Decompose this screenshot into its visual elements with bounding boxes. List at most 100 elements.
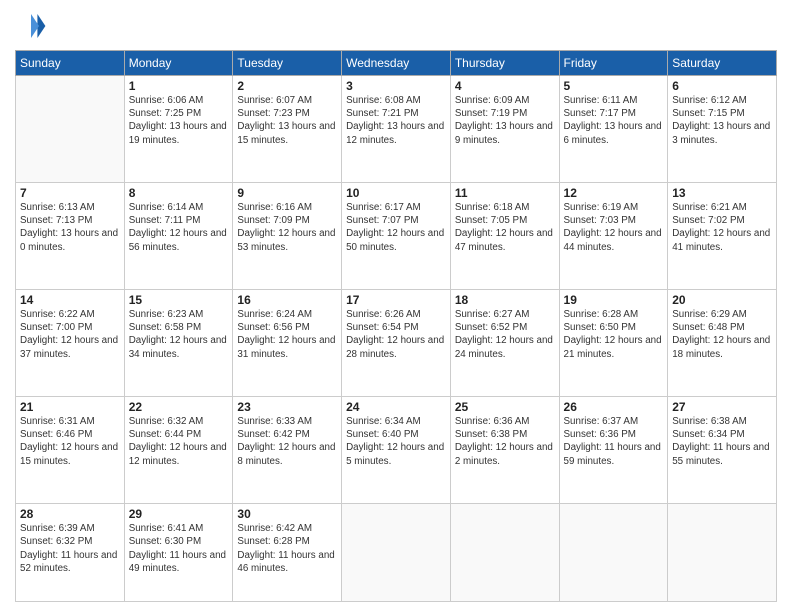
day-info: Sunrise: 6:27 AMSunset: 6:52 PMDaylight:… <box>455 308 555 361</box>
day-number: 23 <box>237 400 337 414</box>
calendar-cell: 3Sunrise: 6:08 AMSunset: 7:21 PMDaylight… <box>342 76 451 183</box>
day-number: 14 <box>20 293 120 307</box>
day-info: Sunrise: 6:33 AMSunset: 6:42 PMDaylight:… <box>237 415 337 468</box>
day-number: 1 <box>129 79 229 93</box>
calendar-cell: 29Sunrise: 6:41 AMSunset: 6:30 PMDayligh… <box>124 504 233 602</box>
day-number: 2 <box>237 79 337 93</box>
day-info: Sunrise: 6:34 AMSunset: 6:40 PMDaylight:… <box>346 415 446 468</box>
calendar-week-row: 7Sunrise: 6:13 AMSunset: 7:13 PMDaylight… <box>16 183 777 290</box>
day-info: Sunrise: 6:07 AMSunset: 7:23 PMDaylight:… <box>237 94 337 147</box>
day-info: Sunrise: 6:32 AMSunset: 6:44 PMDaylight:… <box>129 415 229 468</box>
weekday-header-saturday: Saturday <box>668 51 777 76</box>
calendar-cell: 2Sunrise: 6:07 AMSunset: 7:23 PMDaylight… <box>233 76 342 183</box>
calendar-cell: 14Sunrise: 6:22 AMSunset: 7:00 PMDayligh… <box>16 290 125 397</box>
day-info: Sunrise: 6:24 AMSunset: 6:56 PMDaylight:… <box>237 308 337 361</box>
day-info: Sunrise: 6:38 AMSunset: 6:34 PMDaylight:… <box>672 415 772 468</box>
day-info: Sunrise: 6:13 AMSunset: 7:13 PMDaylight:… <box>20 201 120 254</box>
calendar-week-row: 21Sunrise: 6:31 AMSunset: 6:46 PMDayligh… <box>16 397 777 504</box>
day-number: 28 <box>20 507 120 521</box>
day-number: 22 <box>129 400 229 414</box>
day-number: 4 <box>455 79 555 93</box>
day-info: Sunrise: 6:16 AMSunset: 7:09 PMDaylight:… <box>237 201 337 254</box>
day-number: 10 <box>346 186 446 200</box>
day-number: 29 <box>129 507 229 521</box>
page: SundayMondayTuesdayWednesdayThursdayFrid… <box>0 0 792 612</box>
day-number: 24 <box>346 400 446 414</box>
day-info: Sunrise: 6:42 AMSunset: 6:28 PMDaylight:… <box>237 522 337 575</box>
calendar-cell: 4Sunrise: 6:09 AMSunset: 7:19 PMDaylight… <box>450 76 559 183</box>
day-number: 16 <box>237 293 337 307</box>
calendar-cell <box>559 504 668 602</box>
day-number: 17 <box>346 293 446 307</box>
day-info: Sunrise: 6:18 AMSunset: 7:05 PMDaylight:… <box>455 201 555 254</box>
calendar-cell: 5Sunrise: 6:11 AMSunset: 7:17 PMDaylight… <box>559 76 668 183</box>
day-number: 12 <box>564 186 664 200</box>
day-info: Sunrise: 6:19 AMSunset: 7:03 PMDaylight:… <box>564 201 664 254</box>
calendar-cell: 16Sunrise: 6:24 AMSunset: 6:56 PMDayligh… <box>233 290 342 397</box>
day-info: Sunrise: 6:37 AMSunset: 6:36 PMDaylight:… <box>564 415 664 468</box>
calendar-cell: 1Sunrise: 6:06 AMSunset: 7:25 PMDaylight… <box>124 76 233 183</box>
weekday-header-row: SundayMondayTuesdayWednesdayThursdayFrid… <box>16 51 777 76</box>
day-number: 9 <box>237 186 337 200</box>
calendar-cell: 19Sunrise: 6:28 AMSunset: 6:50 PMDayligh… <box>559 290 668 397</box>
day-info: Sunrise: 6:14 AMSunset: 7:11 PMDaylight:… <box>129 201 229 254</box>
weekday-header-tuesday: Tuesday <box>233 51 342 76</box>
day-number: 8 <box>129 186 229 200</box>
day-number: 13 <box>672 186 772 200</box>
day-number: 3 <box>346 79 446 93</box>
calendar-cell <box>450 504 559 602</box>
day-number: 27 <box>672 400 772 414</box>
calendar-cell: 28Sunrise: 6:39 AMSunset: 6:32 PMDayligh… <box>16 504 125 602</box>
logo-icon <box>15 10 47 42</box>
calendar-cell: 17Sunrise: 6:26 AMSunset: 6:54 PMDayligh… <box>342 290 451 397</box>
day-info: Sunrise: 6:26 AMSunset: 6:54 PMDaylight:… <box>346 308 446 361</box>
day-number: 5 <box>564 79 664 93</box>
calendar-week-row: 14Sunrise: 6:22 AMSunset: 7:00 PMDayligh… <box>16 290 777 397</box>
header <box>15 10 777 42</box>
calendar-cell: 13Sunrise: 6:21 AMSunset: 7:02 PMDayligh… <box>668 183 777 290</box>
weekday-header-monday: Monday <box>124 51 233 76</box>
calendar-cell <box>16 76 125 183</box>
day-info: Sunrise: 6:12 AMSunset: 7:15 PMDaylight:… <box>672 94 772 147</box>
calendar-cell <box>342 504 451 602</box>
day-number: 11 <box>455 186 555 200</box>
calendar-cell: 7Sunrise: 6:13 AMSunset: 7:13 PMDaylight… <box>16 183 125 290</box>
day-number: 20 <box>672 293 772 307</box>
calendar-cell: 20Sunrise: 6:29 AMSunset: 6:48 PMDayligh… <box>668 290 777 397</box>
day-info: Sunrise: 6:11 AMSunset: 7:17 PMDaylight:… <box>564 94 664 147</box>
day-info: Sunrise: 6:41 AMSunset: 6:30 PMDaylight:… <box>129 522 229 575</box>
day-info: Sunrise: 6:39 AMSunset: 6:32 PMDaylight:… <box>20 522 120 575</box>
calendar-cell: 18Sunrise: 6:27 AMSunset: 6:52 PMDayligh… <box>450 290 559 397</box>
day-number: 18 <box>455 293 555 307</box>
day-number: 7 <box>20 186 120 200</box>
day-info: Sunrise: 6:21 AMSunset: 7:02 PMDaylight:… <box>672 201 772 254</box>
day-number: 25 <box>455 400 555 414</box>
calendar-cell: 15Sunrise: 6:23 AMSunset: 6:58 PMDayligh… <box>124 290 233 397</box>
calendar-cell: 27Sunrise: 6:38 AMSunset: 6:34 PMDayligh… <box>668 397 777 504</box>
weekday-header-wednesday: Wednesday <box>342 51 451 76</box>
calendar-cell: 6Sunrise: 6:12 AMSunset: 7:15 PMDaylight… <box>668 76 777 183</box>
calendar-cell: 24Sunrise: 6:34 AMSunset: 6:40 PMDayligh… <box>342 397 451 504</box>
calendar-cell: 23Sunrise: 6:33 AMSunset: 6:42 PMDayligh… <box>233 397 342 504</box>
day-info: Sunrise: 6:06 AMSunset: 7:25 PMDaylight:… <box>129 94 229 147</box>
calendar-cell: 30Sunrise: 6:42 AMSunset: 6:28 PMDayligh… <box>233 504 342 602</box>
day-number: 6 <box>672 79 772 93</box>
calendar-cell: 25Sunrise: 6:36 AMSunset: 6:38 PMDayligh… <box>450 397 559 504</box>
calendar-table: SundayMondayTuesdayWednesdayThursdayFrid… <box>15 50 777 602</box>
day-number: 19 <box>564 293 664 307</box>
calendar-week-row: 1Sunrise: 6:06 AMSunset: 7:25 PMDaylight… <box>16 76 777 183</box>
calendar-cell: 26Sunrise: 6:37 AMSunset: 6:36 PMDayligh… <box>559 397 668 504</box>
calendar-cell: 21Sunrise: 6:31 AMSunset: 6:46 PMDayligh… <box>16 397 125 504</box>
calendar-cell: 9Sunrise: 6:16 AMSunset: 7:09 PMDaylight… <box>233 183 342 290</box>
day-info: Sunrise: 6:29 AMSunset: 6:48 PMDaylight:… <box>672 308 772 361</box>
calendar-cell: 12Sunrise: 6:19 AMSunset: 7:03 PMDayligh… <box>559 183 668 290</box>
logo <box>15 10 51 42</box>
day-info: Sunrise: 6:09 AMSunset: 7:19 PMDaylight:… <box>455 94 555 147</box>
day-info: Sunrise: 6:28 AMSunset: 6:50 PMDaylight:… <box>564 308 664 361</box>
day-info: Sunrise: 6:08 AMSunset: 7:21 PMDaylight:… <box>346 94 446 147</box>
calendar-week-row: 28Sunrise: 6:39 AMSunset: 6:32 PMDayligh… <box>16 504 777 602</box>
day-info: Sunrise: 6:17 AMSunset: 7:07 PMDaylight:… <box>346 201 446 254</box>
weekday-header-sunday: Sunday <box>16 51 125 76</box>
day-number: 15 <box>129 293 229 307</box>
day-info: Sunrise: 6:23 AMSunset: 6:58 PMDaylight:… <box>129 308 229 361</box>
